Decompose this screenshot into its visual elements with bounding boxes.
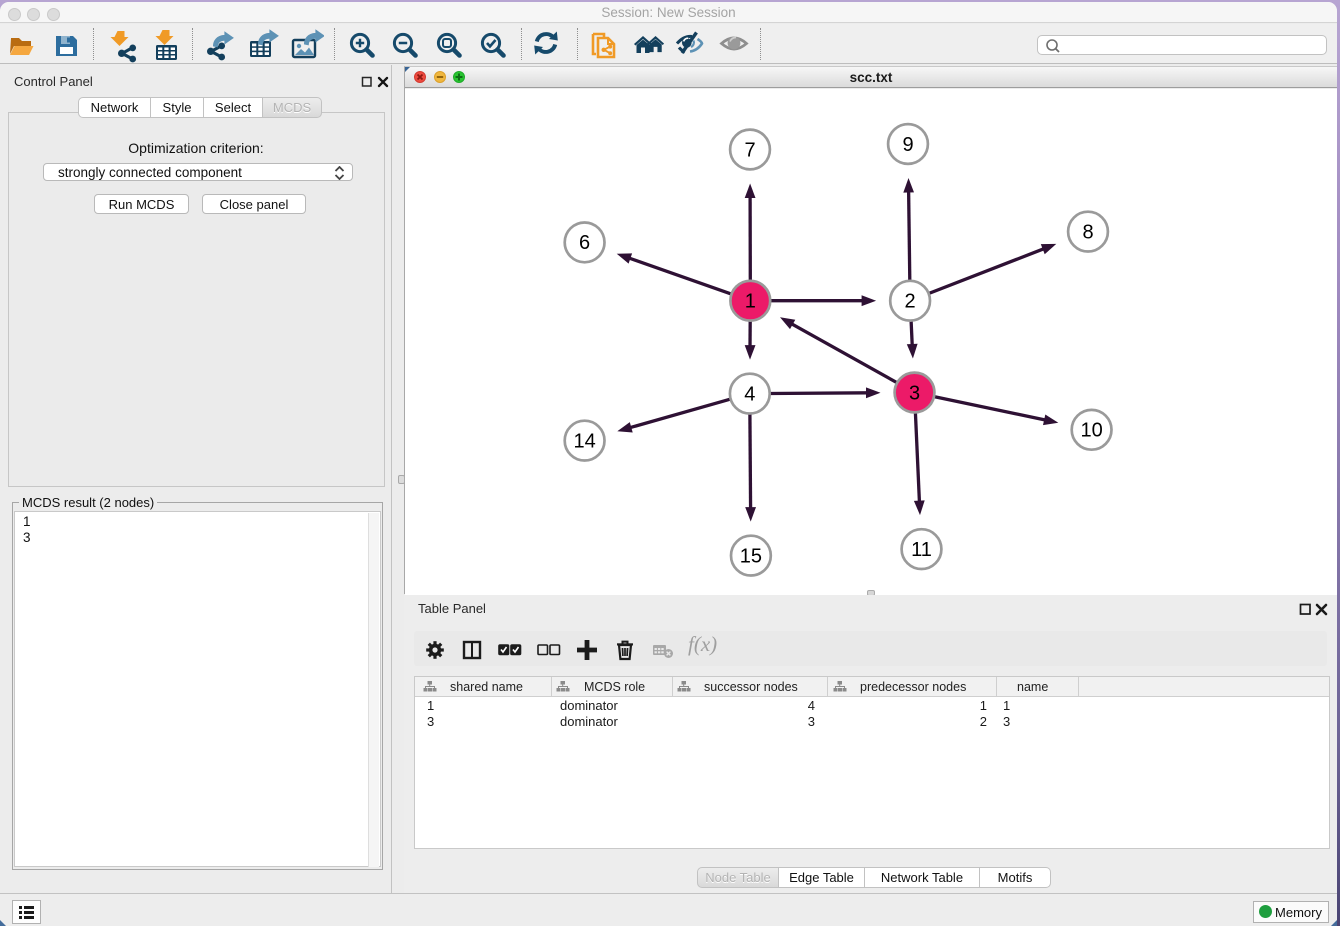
svg-text:7: 7 xyxy=(744,139,755,161)
svg-text:9: 9 xyxy=(902,134,913,156)
svg-text:6: 6 xyxy=(579,232,590,254)
svg-text:10: 10 xyxy=(1080,420,1102,442)
svg-text:8: 8 xyxy=(1082,221,1093,243)
svg-text:3: 3 xyxy=(909,382,920,404)
svg-text:4: 4 xyxy=(744,383,755,405)
svg-text:15: 15 xyxy=(740,545,762,567)
svg-text:14: 14 xyxy=(573,430,595,452)
svg-text:11: 11 xyxy=(911,539,932,561)
svg-text:2: 2 xyxy=(905,291,916,313)
svg-text:1: 1 xyxy=(745,291,756,313)
